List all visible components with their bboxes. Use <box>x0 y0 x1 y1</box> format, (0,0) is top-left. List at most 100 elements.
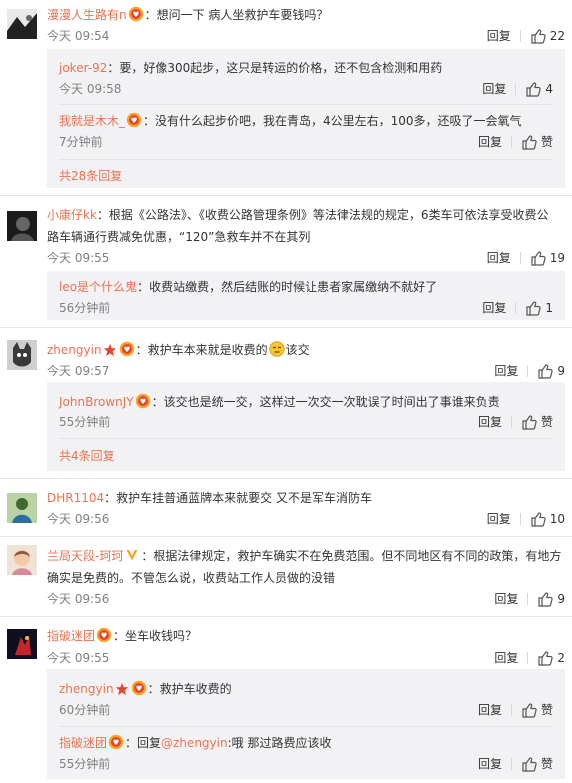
like-icon[interactable] <box>521 756 537 772</box>
comment-item: 小康仔kk：根据《公路法》、《收费公路管理条例》等法律法规的规定，6类车可依法享… <box>0 196 572 328</box>
like-count[interactable]: 9 <box>557 362 565 380</box>
comment-text: ：救护车挂普通蓝牌本来就要交 又不是军车消防车 <box>104 491 372 505</box>
comment-ops: 回复 9 <box>494 590 565 608</box>
username-link[interactable]: joker-92 <box>59 61 107 75</box>
comment-ops: 回复 10 <box>487 510 565 528</box>
reply-text: ：收费站缴费，然后结账的时候让患者家属缴纳不就好了 <box>137 280 438 294</box>
username-link[interactable]: 兰局天段-珂珂 <box>47 549 123 563</box>
timestamp: 55分钟前 <box>59 757 111 771</box>
username-link[interactable]: leo是个什么鬼 <box>59 280 137 294</box>
reply-text-line: 我就是木木_ ：没有什么起步价吧，我在青岛，4公里左右，100多，还吸了一会氧气 <box>59 111 559 131</box>
avatar[interactable] <box>7 493 37 523</box>
username-link[interactable]: DHR1104 <box>47 491 104 505</box>
like-label[interactable]: 赞 <box>541 133 553 151</box>
avatar[interactable] <box>7 340 37 370</box>
star-badge-icon <box>103 343 116 357</box>
divider <box>519 513 521 525</box>
like-icon[interactable] <box>537 650 554 666</box>
like-icon[interactable] <box>537 363 554 379</box>
reply-text: ：要，好像300起步，这只是转运的价格，还不包含检测和用药 <box>107 61 443 75</box>
like-count[interactable]: 2 <box>557 649 565 667</box>
comment-item: DHR1104：救护车挂普通蓝牌本来就要交 又不是军车消防车 今天 09:56 … <box>0 479 572 537</box>
reply-button[interactable]: 回复 <box>487 249 511 267</box>
comment-ops: 回复 19 <box>487 249 565 267</box>
like-icon[interactable] <box>525 81 542 97</box>
username-link[interactable]: 指破迷团 <box>47 629 95 643</box>
like-icon[interactable] <box>537 591 554 607</box>
username-link[interactable]: 指破迷团 <box>59 736 107 750</box>
reply-button[interactable]: 回复 <box>494 649 518 667</box>
like-icon[interactable] <box>525 300 542 316</box>
reply-button[interactable]: 回复 <box>478 755 502 773</box>
reply-button[interactable]: 回复 <box>487 510 511 528</box>
comment-text: ：根据《公路法》、《收费公路管理条例》等法律法规的规定，6类车可依法享受收费公 <box>96 208 549 222</box>
like-count[interactable]: 1 <box>545 299 553 317</box>
like-icon[interactable] <box>521 702 537 718</box>
timestamp: 今天 09:57 <box>47 364 110 378</box>
reply-button[interactable]: 回复 <box>478 133 502 151</box>
like-label[interactable]: 赞 <box>541 701 553 719</box>
avatar[interactable] <box>7 545 37 575</box>
reply-button[interactable]: 回复 <box>478 413 502 431</box>
comment-text-line: 小康仔kk：根据《公路法》、《收费公路管理条例》等法律法规的规定，6类车可依法享… <box>47 205 560 225</box>
reply-button[interactable]: 回复 <box>478 701 502 719</box>
timestamp: 55分钟前 <box>59 415 111 429</box>
like-label[interactable]: 赞 <box>541 755 553 773</box>
comment-item: 漫漫人生路有n ：想问一下 病人坐救护车要钱吗？ 今天 09:54 回复 22 jo… <box>0 0 572 196</box>
like-icon[interactable] <box>521 134 537 150</box>
like-icon[interactable] <box>521 414 537 430</box>
comment-text: 该交 <box>285 343 310 357</box>
comment-text-line: 漫漫人生路有n ：想问一下 病人坐救护车要钱吗？ <box>47 5 560 25</box>
like-icon[interactable] <box>530 250 546 266</box>
divider <box>515 83 517 95</box>
like-count[interactable]: 19 <box>550 249 565 267</box>
mention-link[interactable]: @zhengyin <box>161 736 228 750</box>
like-icon[interactable] <box>530 511 546 527</box>
reply-button[interactable]: 回复 <box>487 27 511 45</box>
reply-text-line: JohnBrownJY ：该交也是统一交，这样过一次交一次耽误了时间出了事谁来负责 <box>59 392 559 412</box>
like-count[interactable]: 22 <box>550 27 565 45</box>
more-replies-link[interactable]: 共4条回复 <box>59 446 115 466</box>
divider <box>527 365 529 377</box>
reply-box: leo是个什么鬼：收费站缴费，然后结账的时候让患者家属缴纳不就好了 56分钟前 … <box>47 271 565 320</box>
divider <box>510 704 512 716</box>
username-link[interactable]: 漫漫人生路有n <box>47 8 127 22</box>
avatar[interactable] <box>7 9 37 39</box>
timestamp: 今天 09:56 <box>47 512 110 526</box>
username-link[interactable]: JohnBrownJY <box>59 395 134 409</box>
comment-text-line: zhengyin ：救护车本来就是收费的 该交 <box>47 340 560 360</box>
username-link[interactable]: 小康仔kk <box>47 208 97 222</box>
comment-text-line: 指破迷团 ：坐车收钱吗？ <box>47 626 560 646</box>
reply-button[interactable]: 回复 <box>482 299 506 317</box>
comment-text-line: 确实是免费的。不管怎么说，收费站工作人员做的没错 <box>47 568 560 588</box>
smirk-emoji-icon <box>268 341 285 357</box>
verified-v-icon <box>126 550 138 561</box>
like-count[interactable]: 4 <box>545 80 553 98</box>
avatar[interactable] <box>7 629 37 659</box>
avatar[interactable] <box>7 211 37 241</box>
comment-text: 路车辆通行费减免优惠，“120”急救车并不在其列 <box>47 230 311 244</box>
reply-text: ：没有什么起步价吧，我在青岛，4公里左右，100多，还吸了一会氧气 <box>143 114 522 128</box>
divider <box>59 726 553 727</box>
like-icon[interactable] <box>530 28 546 44</box>
timestamp: 今天 09:54 <box>47 29 110 43</box>
reply-ops: 回复 4 <box>482 80 553 98</box>
like-count[interactable]: 10 <box>550 510 565 528</box>
reply-button[interactable]: 回复 <box>494 590 518 608</box>
comment-ops: 回复 22 <box>487 27 565 45</box>
divider <box>59 159 553 160</box>
like-label[interactable]: 赞 <box>541 413 553 431</box>
username-link[interactable]: 我就是木木_ <box>59 114 125 128</box>
more-replies-link[interactable]: 共28条回复 <box>59 166 122 186</box>
like-count[interactable]: 9 <box>557 590 565 608</box>
username-link[interactable]: zhengyin <box>47 343 102 357</box>
comment-ops: 回复 2 <box>494 649 565 667</box>
reply-button[interactable]: 回复 <box>482 80 506 98</box>
divider <box>519 252 521 264</box>
divider <box>515 302 517 314</box>
comment-item: 兰局天段-珂珂 ：根据法律规定，救护车确实不在免费范围。但不同地区有不同的政策，有… <box>0 537 572 617</box>
username-link[interactable]: zhengyin <box>59 682 114 696</box>
comment-text-line: 路车辆通行费减免优惠，“120”急救车并不在其列 <box>47 227 560 247</box>
reply-text-line: joker-92：要，好像300起步，这只是转运的价格，还不包含检测和用药 <box>59 58 559 78</box>
reply-button[interactable]: 回复 <box>494 362 518 380</box>
